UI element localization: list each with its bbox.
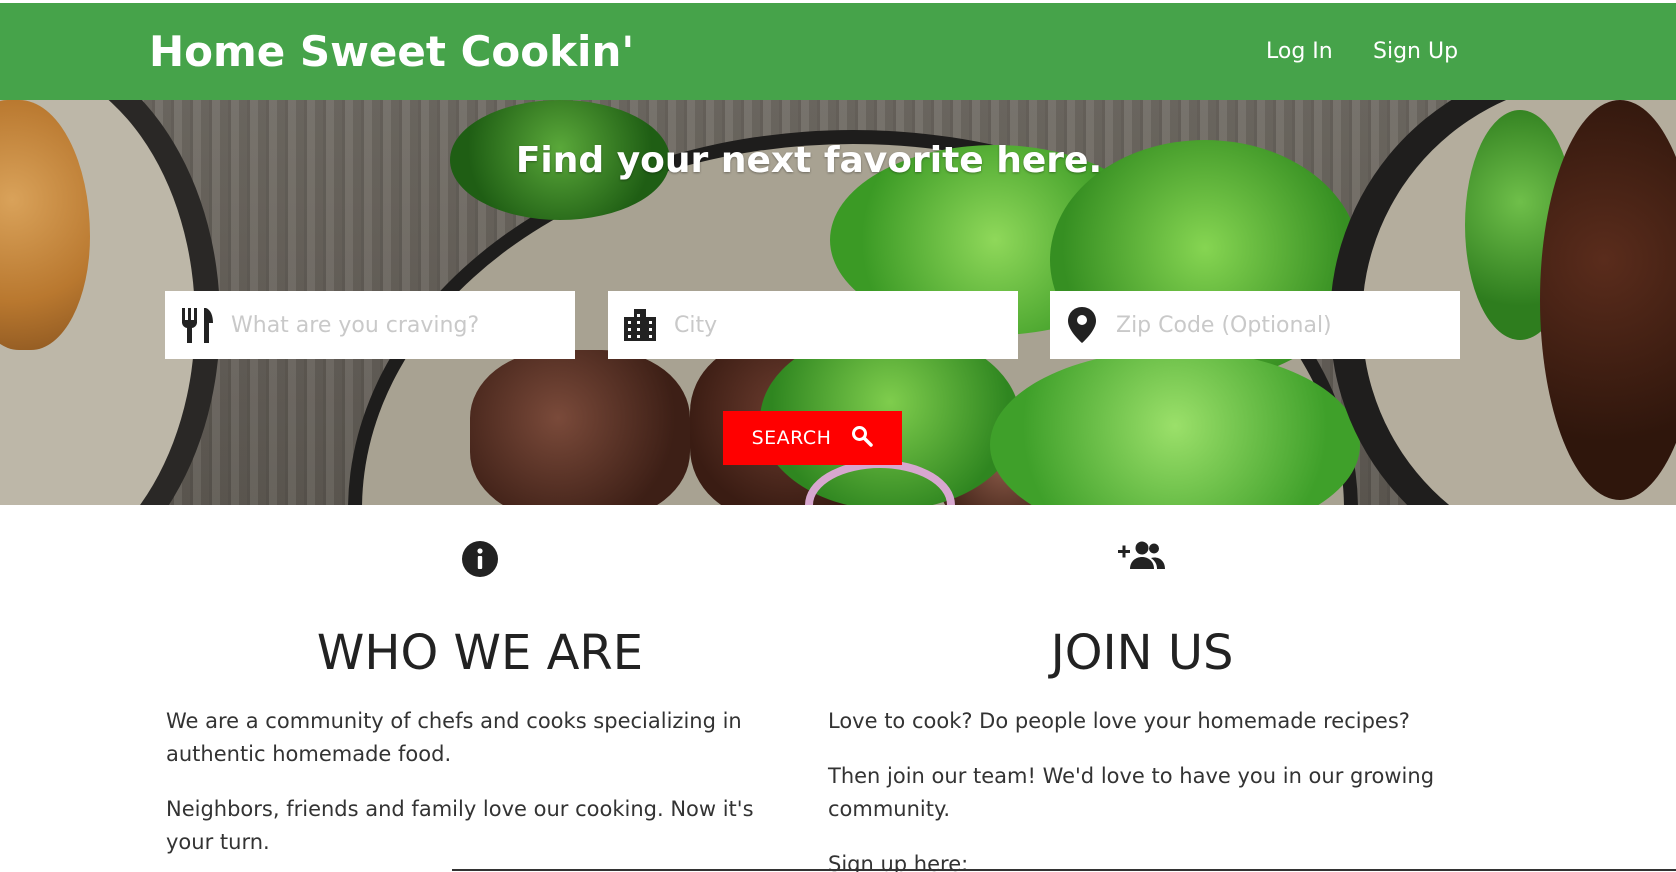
craving-input[interactable]	[229, 291, 575, 359]
navbar: Home Sweet Cookin' Log In Sign Up	[0, 3, 1676, 100]
zip-input[interactable]	[1114, 291, 1460, 359]
divider	[452, 869, 1676, 871]
brand-logo-link[interactable]: Home Sweet Cookin'	[149, 27, 634, 76]
add-user-icon	[822, 540, 1462, 570]
search-icon	[851, 425, 874, 452]
background-food	[470, 350, 690, 505]
hero-banner: Find your next favorite here. What are y…	[0, 100, 1676, 505]
zip-field	[1050, 291, 1460, 359]
info-icon	[160, 540, 800, 578]
city-field	[608, 291, 1018, 359]
who-we-are-heading: WHO WE ARE	[316, 625, 644, 681]
hero-title: Find your next favorite here.	[515, 140, 1103, 181]
join-us-text: Love to cook? Do people love your homema…	[828, 705, 1448, 872]
utensils-icon	[165, 291, 229, 359]
search-button-label: SEARCH	[751, 427, 832, 449]
join-us-heading: JOIN US	[1050, 625, 1234, 681]
join-us-paragraph: Then join our team! We'd love to have yo…	[828, 764, 1435, 821]
login-link[interactable]: Log In	[1266, 39, 1333, 64]
city-input[interactable]	[672, 291, 1018, 359]
who-we-are-text: We are a community of chefs and cooks sp…	[166, 705, 786, 872]
map-pin-icon	[1050, 291, 1114, 359]
building-icon	[608, 291, 672, 359]
join-us-paragraph: Love to cook? Do people love your homema…	[828, 709, 1410, 733]
search-button[interactable]: SEARCH	[723, 411, 902, 465]
craving-field	[165, 291, 575, 359]
who-we-are-paragraph: Neighbors, friends and family love our c…	[166, 797, 754, 854]
who-we-are-paragraph: We are a community of chefs and cooks sp…	[166, 709, 742, 766]
signup-link[interactable]: Sign Up	[1373, 39, 1458, 64]
